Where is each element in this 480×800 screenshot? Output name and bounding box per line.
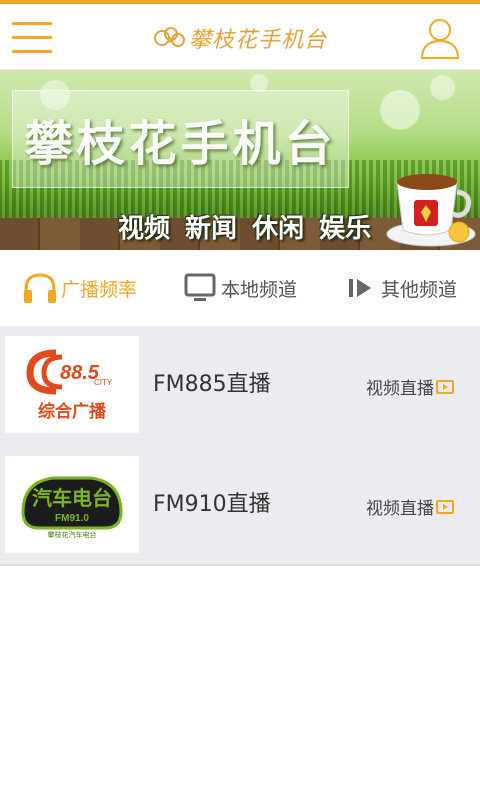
station-logo-910: 汽车电台 FM91.0 攀枝花汽车电台	[5, 456, 139, 553]
tab-other-channel[interactable]: 其他频道	[320, 250, 480, 326]
tab-radio[interactable]: 广播频率	[0, 250, 160, 326]
menu-button[interactable]	[12, 18, 54, 58]
bokeh-light	[430, 75, 455, 100]
video-live-label: 视频直播	[366, 379, 434, 399]
tab-local-channel-label: 本地频道	[220, 278, 297, 301]
logo-text: 攀枝花手机台	[188, 28, 327, 53]
bokeh-light	[380, 90, 420, 130]
headphones-icon	[23, 271, 57, 305]
menu-icon-bar	[12, 50, 52, 53]
promo-banner[interactable]: 攀枝花手机台 视频 新闻 休闲 娱乐	[0, 70, 480, 250]
station-name: FM910直播	[153, 492, 271, 517]
logo-sub: CITY	[94, 378, 113, 387]
list-item[interactable]: 88.5 CITY 综合广播 FM885直播 视频直播	[0, 326, 480, 433]
video-camera-icon	[436, 499, 454, 514]
flower-logo-icon	[153, 27, 185, 47]
banner-title-box: 攀枝花手机台	[12, 90, 349, 188]
monitor-icon	[183, 271, 217, 305]
station-logo-885: 88.5 CITY 综合广播	[5, 336, 139, 433]
user-icon	[420, 19, 460, 59]
tab-radio-label: 广播频率	[60, 278, 137, 301]
logo-mark: 汽车电台	[32, 486, 112, 510]
car-radio-logo-icon: 汽车电台 FM91.0 攀枝花汽车电台	[21, 476, 123, 539]
station-list: 88.5 CITY 综合广播 FM885直播 视频直播 汽车电台 FM91.0 …	[0, 326, 480, 566]
tab-other-channel-label: 其他频道	[380, 278, 457, 301]
video-live-link[interactable]: 视频直播	[366, 374, 454, 399]
logo-freq: FM91.0	[55, 513, 89, 524]
banner-title: 攀枝花手机台	[24, 116, 337, 172]
video-live-link[interactable]: 视频直播	[366, 494, 454, 519]
user-profile-button[interactable]	[418, 16, 462, 60]
menu-icon-bar	[12, 36, 52, 39]
menu-icon	[12, 22, 52, 25]
station-logo-caption: 综合广播	[38, 402, 106, 422]
app-logo: 攀枝花手机台	[140, 18, 340, 58]
play-icon	[343, 271, 377, 305]
radio-885-logo-icon: 88.5 CITY	[26, 349, 113, 395]
video-live-label: 视频直播	[366, 499, 434, 519]
channel-tabs: 广播频率 本地频道 其他频道	[0, 250, 480, 326]
logo-caption: 攀枝花汽车电台	[48, 530, 97, 539]
station-name: FM885直播	[153, 372, 271, 397]
video-camera-icon	[436, 379, 454, 394]
banner-tagline: 视频 新闻 休闲 娱乐	[118, 214, 372, 244]
top-bar: 攀枝花手机台	[0, 0, 480, 70]
teacup-icon	[386, 174, 476, 247]
list-item[interactable]: 汽车电台 FM91.0 攀枝花汽车电台 FM910直播 视频直播	[0, 446, 480, 553]
tab-local-channel[interactable]: 本地频道	[160, 250, 320, 326]
